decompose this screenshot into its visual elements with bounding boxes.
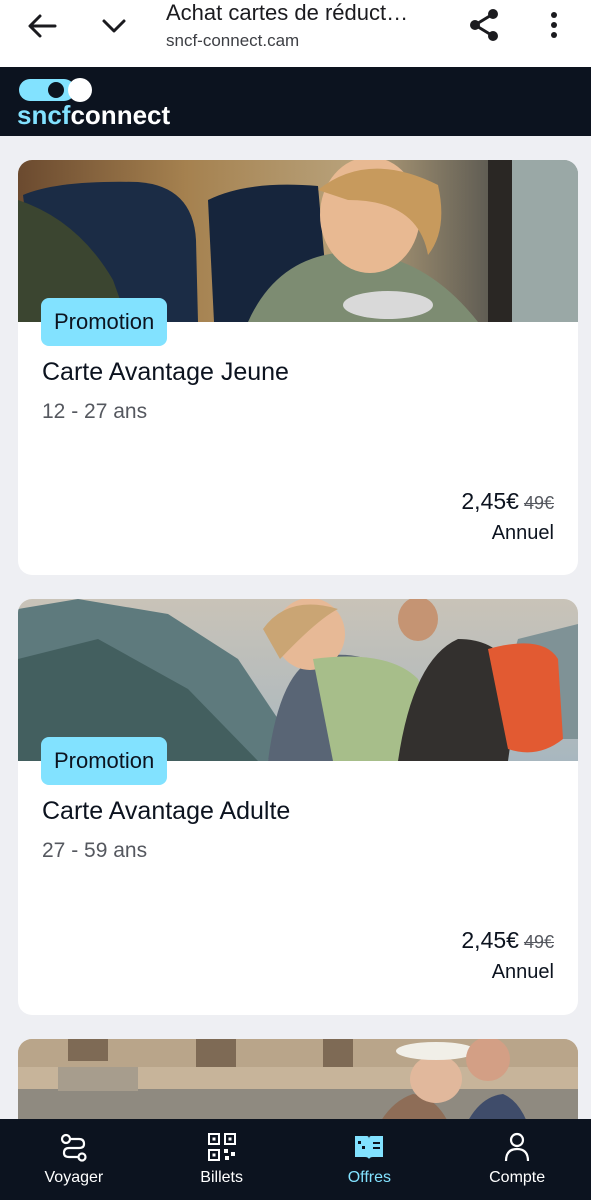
- app-header: sncfconnect: [0, 67, 591, 136]
- promotion-badge: Promotion: [41, 298, 168, 346]
- price-period: Annuel: [491, 522, 554, 544]
- logo-wordmark: sncfconnect: [17, 100, 171, 130]
- tab-dropdown-button[interactable]: [94, 10, 134, 42]
- bottom-nav: Voyager Billets Offres Compte: [0, 1119, 591, 1200]
- nav-billets[interactable]: Billets: [148, 1119, 296, 1200]
- current-price: 2,45€: [461, 927, 519, 953]
- route-icon: [57, 1131, 91, 1163]
- more-vertical-icon: [551, 12, 557, 38]
- page-title[interactable]: Achat cartes de réduct…: [166, 0, 436, 26]
- card-title: Carte Avantage Adulte: [42, 797, 291, 825]
- back-button[interactable]: [22, 10, 62, 42]
- old-price: 49€: [523, 932, 554, 952]
- share-icon: [470, 9, 498, 41]
- offers-icon: [352, 1131, 386, 1163]
- offer-card[interactable]: Promotion Carte Avantage Jeune 12 - 27 a…: [18, 160, 578, 575]
- current-price: 2,45€: [461, 488, 519, 514]
- nav-label: Voyager: [44, 1169, 104, 1186]
- nav-label: Offres: [347, 1169, 392, 1186]
- card-age-range: 12 - 27 ans: [42, 400, 148, 423]
- nav-label: Compte: [489, 1169, 546, 1186]
- arrow-left-icon: [28, 14, 57, 38]
- sncf-connect-logo[interactable]: sncfconnect: [17, 78, 177, 130]
- page-url[interactable]: sncf-connect.cam: [166, 31, 299, 51]
- nav-voyager[interactable]: Voyager: [0, 1119, 148, 1200]
- nav-label: Billets: [200, 1169, 243, 1186]
- old-price: 49€: [523, 493, 554, 513]
- share-button[interactable]: [465, 7, 503, 43]
- account-icon: [500, 1131, 534, 1163]
- promotion-badge: Promotion: [41, 737, 168, 785]
- logo-toggle-icon: [19, 78, 92, 102]
- more-options-button[interactable]: [538, 7, 570, 43]
- nav-offres[interactable]: Offres: [296, 1119, 444, 1200]
- price-row: 2,45€ 49€: [461, 927, 554, 954]
- browser-bar: Achat cartes de réduct… sncf-connect.cam: [0, 0, 591, 67]
- chevron-down-icon: [102, 19, 126, 33]
- qr-code-icon: [205, 1131, 239, 1163]
- offer-card[interactable]: Promotion Carte Avantage Adulte 27 - 59 …: [18, 599, 578, 1015]
- price-period: Annuel: [491, 961, 554, 983]
- card-age-range: 27 - 59 ans: [42, 839, 148, 862]
- nav-compte[interactable]: Compte: [443, 1119, 591, 1200]
- card-title: Carte Avantage Jeune: [42, 358, 289, 386]
- price-row: 2,45€ 49€: [461, 488, 554, 515]
